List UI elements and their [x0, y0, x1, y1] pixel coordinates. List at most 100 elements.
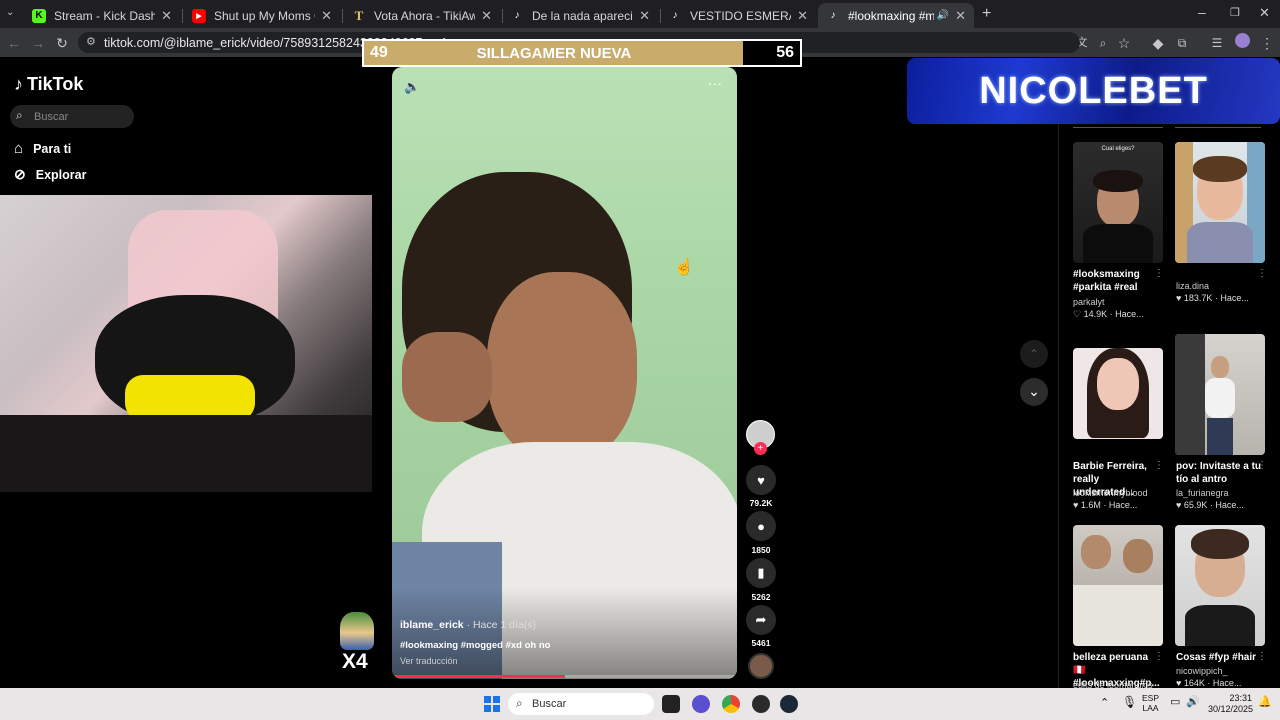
scroll-up-button[interactable]: ⌃: [1020, 340, 1048, 368]
close-icon[interactable]: ✕: [161, 8, 172, 24]
task-view-icon[interactable]: [662, 695, 680, 713]
steam-icon[interactable]: [780, 695, 798, 713]
close-icon[interactable]: ✕: [797, 8, 808, 24]
related-video-stats: ♥ 65.9K · Hace...: [1176, 500, 1244, 510]
share-icon: ➦: [755, 612, 767, 627]
related-video-title[interactable]: #looksmaxing #parkita #real: [1073, 268, 1159, 294]
related-video-author[interactable]: la_furianegra: [1176, 488, 1229, 498]
new-tab-button[interactable]: +: [982, 5, 991, 23]
alert-mascot: [340, 612, 374, 650]
video-player[interactable]: 🔈 ··· iblame_erick · Hace 1 día(s) #look…: [392, 67, 737, 679]
network-icon[interactable]: ▭: [1170, 695, 1180, 708]
sound-disc-avatar[interactable]: [748, 653, 774, 679]
video-author[interactable]: iblame_erick: [400, 619, 464, 631]
related-video-author[interactable]: parkalyt: [1073, 297, 1105, 307]
more-options-icon[interactable]: ⋮: [1154, 460, 1164, 471]
related-video-author[interactable]: liza.dina: [1176, 281, 1209, 291]
reading-list-icon[interactable]: ☰: [1207, 33, 1227, 53]
microphone-icon[interactable]: 🎙: [1122, 695, 1137, 709]
tab-search-icon[interactable]: ⌄: [6, 7, 14, 18]
related-video-author[interactable]: nicowippich_: [1176, 666, 1228, 676]
search-icon: ⌕: [16, 108, 23, 122]
speaker-icon[interactable]: 🔈: [404, 79, 420, 95]
volume-icon[interactable]: 🔊: [1186, 695, 1200, 708]
bookmark-icon: ▮: [757, 565, 765, 580]
tab-kick[interactable]: K Stream - Kick Dashboard ✕: [24, 3, 180, 28]
window-close-button[interactable]: ✕: [1259, 5, 1270, 21]
zoom-icon[interactable]: ⌕: [1093, 33, 1113, 53]
windows-taskbar: ⌕ Buscar ⌃ 🎙 ESP LAA ▭ 🔊 23:31 30/12/202…: [0, 688, 1280, 720]
obs-icon[interactable]: [752, 695, 770, 713]
tiktok-icon: ♪: [672, 10, 678, 21]
see-translation-link[interactable]: Ver traducción: [400, 656, 458, 666]
related-video-thumb[interactable]: [1175, 334, 1265, 455]
tab-youtube[interactable]: ▶ Shut up My Moms Calling (Spe ✕: [184, 3, 340, 28]
related-video-thumb[interactable]: [1175, 142, 1265, 263]
related-video-title[interactable]: Cosas #fyp #hair: [1176, 651, 1262, 664]
bookmark-star-icon[interactable]: ☆: [1114, 33, 1134, 53]
like-button[interactable]: ♥: [746, 465, 776, 495]
start-button[interactable]: [484, 696, 500, 712]
forward-icon[interactable]: →: [28, 33, 48, 53]
video-caption[interactable]: #lookmaxing #mogged #xd oh no: [400, 640, 550, 651]
home-icon: ⌂: [14, 140, 24, 157]
tab-tiktok-active[interactable]: ♪ #lookmaxing #mogged #xd 🔊 ✕: [818, 3, 974, 28]
extension-diamond-icon[interactable]: ◆: [1148, 33, 1168, 53]
close-icon[interactable]: ✕: [481, 8, 492, 24]
related-video-thumb[interactable]: Cual eliges?: [1073, 142, 1163, 263]
minimize-button[interactable]: –: [1198, 4, 1206, 20]
follow-plus-icon[interactable]: +: [754, 442, 767, 455]
scroll-down-button[interactable]: ⌄: [1020, 378, 1048, 406]
more-options-icon[interactable]: ···: [708, 75, 722, 91]
notification-bell-icon[interactable]: 🔔: [1258, 695, 1272, 708]
related-video-author[interactable]: lookismonmyblood: [1073, 488, 1148, 498]
tikiawards-icon: T: [354, 7, 364, 23]
progress-track[interactable]: [392, 675, 737, 678]
save-button[interactable]: ▮: [746, 558, 776, 588]
clock[interactable]: 23:31 30/12/2025: [1208, 693, 1253, 715]
more-options-icon[interactable]: ⋮: [1257, 651, 1267, 662]
menu-icon[interactable]: ⋮: [1257, 33, 1277, 53]
nav-explorar[interactable]: ⊘ Explorar: [14, 166, 86, 183]
compass-icon: ⊘: [14, 166, 26, 182]
comment-button[interactable]: ●: [746, 511, 776, 541]
back-icon[interactable]: ←: [4, 33, 24, 53]
search-input[interactable]: ⌕ Buscar: [10, 105, 134, 128]
mouse-cursor: ☝: [674, 259, 694, 276]
comment-icon: ●: [757, 518, 765, 534]
related-video-stats: ♥ 164K · Hace...: [1176, 678, 1242, 688]
tab-tikiawards[interactable]: T Vota Ahora - TikiAwards ✕: [344, 3, 500, 28]
maximize-button[interactable]: ❐: [1230, 6, 1240, 19]
related-video-thumb[interactable]: [1073, 348, 1163, 439]
chrome-icon[interactable]: [722, 695, 740, 713]
tab-tiktok-2[interactable]: ♪ VESTIDO ESMERALDA COLORE ✕: [660, 3, 816, 28]
more-options-icon[interactable]: ⋮: [1257, 268, 1267, 279]
more-options-icon[interactable]: ⋮: [1154, 651, 1164, 662]
nav-para-ti[interactable]: ⌂ Para ti: [14, 140, 71, 157]
related-video-thumb[interactable]: [1175, 525, 1265, 646]
more-options-icon[interactable]: ⋮: [1257, 460, 1267, 471]
close-icon[interactable]: ✕: [321, 8, 332, 24]
nicolebet-banner: NICOLEBET: [907, 58, 1280, 124]
profile-avatar[interactable]: [1232, 33, 1252, 53]
taskbar-search[interactable]: ⌕ Buscar: [508, 693, 654, 715]
related-video-stats: ♡ 14.9K · Hace...: [1073, 309, 1144, 319]
chat-app-icon[interactable]: [692, 695, 710, 713]
close-icon[interactable]: ✕: [639, 8, 650, 24]
related-video-thumb[interactable]: [1073, 525, 1163, 646]
extensions-icon[interactable]: ⧉: [1172, 33, 1192, 53]
share-button[interactable]: ➦: [746, 605, 776, 635]
save-count: 5262: [751, 592, 771, 602]
site-info-icon[interactable]: ⚙: [86, 35, 96, 48]
tray-chevron-icon[interactable]: ⌃: [1100, 696, 1109, 709]
comment-count: 1850: [751, 545, 771, 555]
language-indicator[interactable]: ESP LAA: [1142, 693, 1159, 713]
speaker-icon[interactable]: 🔊: [937, 10, 949, 21]
close-icon[interactable]: ✕: [955, 8, 966, 24]
share-count: 5461: [751, 638, 771, 648]
related-video-title[interactable]: pov: Invitaste a tu tío al antro: [1176, 460, 1262, 486]
tab-tiktok-1[interactable]: ♪ De la nada apareció: ¡Un mome ✕: [502, 3, 658, 28]
reload-icon[interactable]: ↻: [52, 33, 72, 53]
more-options-icon[interactable]: ⋮: [1154, 268, 1164, 279]
tiktok-logo[interactable]: ♪ TikTok: [14, 74, 83, 95]
